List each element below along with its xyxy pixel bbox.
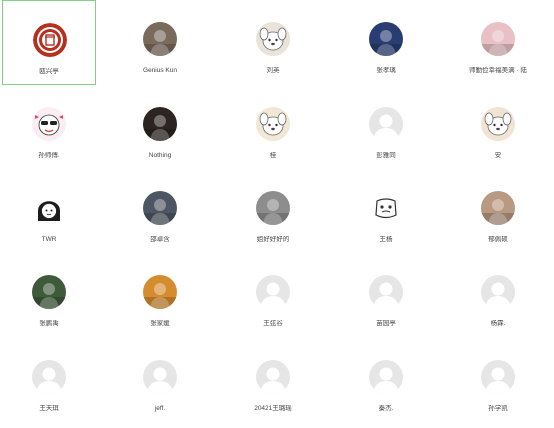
contact-name: 王弦谷 <box>263 320 283 327</box>
cat-photo-icon <box>256 191 290 225</box>
contact-item[interactable]: 张家媛 <box>113 253 207 338</box>
contact-name: Genius Kun <box>143 67 177 74</box>
anime-character-icon <box>369 22 403 56</box>
contact-item[interactable]: Nothing <box>113 85 207 170</box>
contact-item[interactable]: 王天琪 <box>2 338 96 423</box>
contact-item[interactable]: Genius Kun <box>113 0 207 85</box>
default-avatar-icon <box>256 275 290 309</box>
contact-name: 孙学凯 <box>488 405 508 412</box>
portrait-photo-icon <box>481 191 515 225</box>
contact-item[interactable]: 安 <box>451 85 545 170</box>
contact-name: 桂 <box>269 152 277 159</box>
cartoon-face-icon <box>32 107 66 141</box>
contact-item[interactable]: 孙师傅. <box>2 85 96 170</box>
contact-name: 师勤俭幸福美满 · 陆 <box>469 67 527 74</box>
doodle-icon <box>369 191 403 225</box>
contact-item[interactable]: 孙学凯 <box>451 338 545 423</box>
default-avatar-icon <box>32 360 66 394</box>
contact-name: 王杨 <box>379 236 393 243</box>
contact-item[interactable]: 刘英 <box>226 0 320 85</box>
cartoon-sheep-icon <box>481 107 515 141</box>
contact-name: 20421王璐瑶 <box>254 405 292 412</box>
contact-name: 苗园亭 <box>376 320 396 327</box>
contact-item[interactable]: 苗园亭 <box>339 253 433 338</box>
nature-photo-icon <box>32 275 66 309</box>
contact-item[interactable]: 彭雅同 <box>339 85 433 170</box>
contact-item[interactable]: TWR <box>2 169 96 254</box>
cartoon-dog-icon <box>256 22 290 56</box>
default-avatar-icon <box>369 360 403 394</box>
contact-name: 孙师傅. <box>38 152 60 159</box>
default-avatar-icon <box>256 360 290 394</box>
contact-name: 姐好好好的 <box>256 236 290 243</box>
contact-item[interactable]: 秦杰. <box>339 338 433 423</box>
default-avatar-icon <box>369 275 403 309</box>
contact-name: 刘英 <box>266 67 280 74</box>
dark-photo-icon <box>143 191 177 225</box>
contact-name: Nothing <box>148 152 172 159</box>
sunset-photo-icon <box>143 275 177 309</box>
cartoon-sheep-icon <box>256 107 290 141</box>
contact-name: 杨霖. <box>490 320 506 327</box>
contact-item[interactable]: 邵卓含 <box>113 169 207 254</box>
contact-grid: 瓯兴亭 Genius Kun 刘英 张孝璃 师勤俭幸福美满 · 陆孙师傅. Nothing… <box>0 0 554 428</box>
contact-item[interactable]: 姐好好好的 <box>226 169 320 254</box>
contact-item[interactable]: 张鹏禹 <box>2 253 96 338</box>
contact-name: 瓯兴亭 <box>39 68 59 75</box>
default-avatar-icon <box>481 275 515 309</box>
default-avatar-icon <box>143 360 177 394</box>
contact-name: 张孝璃 <box>376 67 396 74</box>
contact-item[interactable]: 师勤俭幸福美满 · 陆 <box>451 0 545 85</box>
cartoon-girl-icon <box>32 191 66 225</box>
contact-name: 郁佩硕 <box>488 236 508 243</box>
default-avatar-icon <box>369 107 403 141</box>
contact-name: TWR <box>41 236 57 243</box>
contact-item[interactable]: 20421王璐瑶 <box>226 338 320 423</box>
contact-item[interactable]: jeff. <box>113 338 207 423</box>
contact-name: 邵卓含 <box>150 236 170 243</box>
baby-photo-icon <box>143 107 177 141</box>
default-avatar-icon <box>481 360 515 394</box>
contact-item[interactable]: 王杨 <box>339 169 433 254</box>
contact-item[interactable]: 张孝璃 <box>339 0 433 85</box>
contact-item[interactable]: 杨霖. <box>451 253 545 338</box>
university-seal-icon <box>33 23 67 57</box>
contact-name: 秦杰. <box>378 405 394 412</box>
contact-name: 张鹏禹 <box>39 320 59 327</box>
girl-photo-icon <box>481 22 515 56</box>
contact-item[interactable]: 桂 <box>226 85 320 170</box>
contact-name: 张家媛 <box>150 320 170 327</box>
contact-item[interactable]: 瓯兴亭 <box>2 0 96 85</box>
person-photo-icon <box>143 22 177 56</box>
contact-item[interactable]: 郁佩硕 <box>451 169 545 254</box>
contact-name: 安 <box>494 152 502 159</box>
contact-name: 王天琪 <box>39 405 59 412</box>
contact-item[interactable]: 王弦谷 <box>226 253 320 338</box>
contact-name: jeff. <box>154 405 166 412</box>
contact-name: 彭雅同 <box>376 152 396 159</box>
